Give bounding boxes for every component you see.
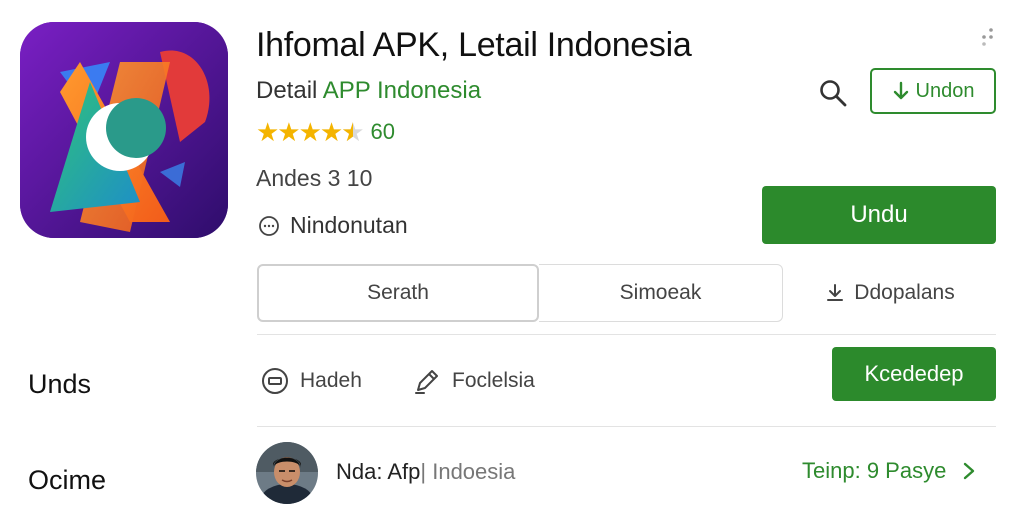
app-title: Ihfomal APK, Letail Indonesia	[256, 26, 692, 64]
avatar[interactable]	[256, 442, 318, 504]
tag-icon	[262, 368, 288, 394]
undon-button[interactable]: Undon	[870, 68, 996, 114]
chevron-right-icon	[964, 462, 975, 480]
pen-icon	[415, 370, 438, 394]
download-icon	[827, 284, 844, 301]
divider	[257, 334, 996, 335]
developer-name: Nda: Afp| Indoesia	[336, 459, 515, 485]
search-icon[interactable]	[818, 78, 848, 108]
kcededep-button[interactable]: Kcededep	[832, 347, 996, 401]
undon-label: Undon	[915, 79, 975, 102]
developer-link[interactable]: APP Indonesia	[323, 77, 481, 104]
section-label-unds: Unds	[28, 369, 92, 399]
avatar-photo	[256, 442, 318, 504]
rating-row: ★★★★★ ★ 60	[256, 119, 395, 145]
install-button[interactable]: Undu	[762, 186, 996, 244]
action-hadeh[interactable]: Hadeh	[260, 366, 362, 396]
downloads-row: Nindonutan	[258, 212, 408, 239]
tab-simoeak[interactable]: Simoeak	[539, 264, 783, 322]
developer-more-link[interactable]: Teinp: 9 Pasye	[802, 458, 976, 484]
action-label: Hadeh	[300, 369, 362, 392]
section-label-ocime: Ocime	[28, 465, 107, 495]
tab-bar: Serath Simoeak Ddopalans	[257, 264, 996, 322]
tab-ddopalans[interactable]: Ddopalans	[783, 264, 996, 322]
app-version: Andes 3 10	[256, 165, 373, 191]
tab-label: Serath	[367, 281, 429, 304]
app-subtitle: Detail APP Indonesia	[256, 77, 481, 105]
developer-name-prefix: Nda: Afp	[336, 459, 421, 484]
rating-stars: ★★★★★ ★	[256, 117, 365, 147]
subtitle-prefix: Detail	[256, 77, 323, 104]
tab-serath[interactable]: Serath	[257, 264, 539, 322]
action-foclelsia[interactable]: Foclelsia	[412, 366, 535, 396]
app-logo-icon	[20, 22, 228, 238]
tab-label: Ddopalans	[854, 281, 955, 304]
tab-label: Simoeak	[619, 281, 702, 304]
developer-link-label: Teinp: 9 Pasye	[802, 458, 947, 483]
divider	[257, 426, 996, 427]
more-vert-icon[interactable]	[978, 26, 996, 48]
clock-icon	[259, 215, 279, 236]
arrow-down-icon	[893, 81, 908, 100]
rating-value: 60	[370, 119, 396, 144]
developer-name-suffix: | Indoesia	[420, 459, 516, 484]
action-label: Foclelsia	[452, 369, 535, 392]
downloads-text: Nindonutan	[290, 212, 408, 238]
